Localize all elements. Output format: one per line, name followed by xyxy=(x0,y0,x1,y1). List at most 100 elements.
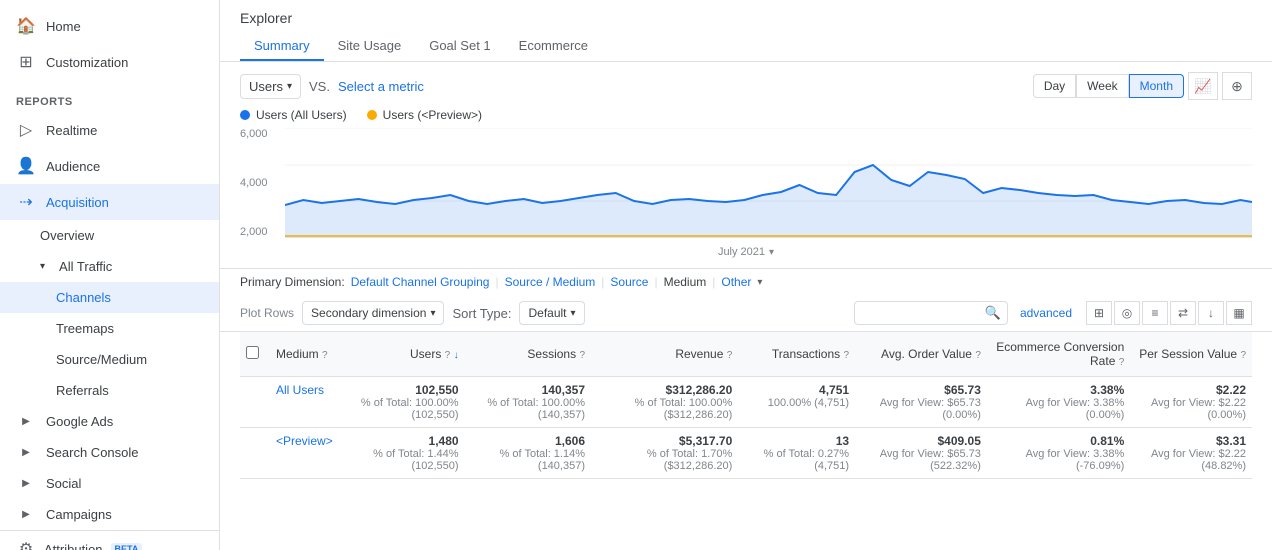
th-medium-help: ? xyxy=(322,350,328,361)
tab-summary[interactable]: Summary xyxy=(240,32,324,61)
medium-label-0: All Users xyxy=(276,383,324,397)
chart-line-icon-btn[interactable]: 📈 xyxy=(1188,72,1218,100)
sidebar-item-home[interactable]: 🏠 Home xyxy=(0,8,219,44)
time-btn-month[interactable]: Month xyxy=(1129,74,1184,98)
table-icon-pie[interactable]: ◎ xyxy=(1114,301,1140,325)
th-checkbox xyxy=(240,332,270,377)
table-icon-grid[interactable]: ⊞ xyxy=(1086,301,1112,325)
dim-medium[interactable]: Medium xyxy=(664,275,707,289)
per-session-sub-1: Avg for View: $2.22 (48.82%) xyxy=(1136,448,1246,472)
expand-icon-campaigns: ▶ xyxy=(16,509,36,520)
main-content: Explorer Summary Site Usage Goal Set 1 E… xyxy=(220,0,1272,550)
primary-dimension-bar: Primary Dimension: Default Channel Group… xyxy=(220,268,1272,295)
sidebar-item-customization[interactable]: ⊞ Customization xyxy=(0,44,219,80)
sidebar-sub-all-traffic[interactable]: ▾ All Traffic xyxy=(0,251,219,282)
sidebar-item-social[interactable]: ▶ Social xyxy=(0,468,219,499)
dim-other[interactable]: Other xyxy=(721,275,751,289)
tab-site-usage[interactable]: Site Usage xyxy=(324,32,416,61)
search-icon[interactable]: 🔍 xyxy=(985,305,1001,321)
chart-pie-icon-btn[interactable]: ⊕ xyxy=(1222,72,1252,100)
td-transactions-1: 13 % of Total: 0.27% (4,751) xyxy=(738,428,855,479)
sort-type-dropdown[interactable]: Default ▾ xyxy=(519,301,584,325)
time-btn-week[interactable]: Week xyxy=(1076,74,1128,98)
td-sessions-1: 1,606 % of Total: 1.14% (140,357) xyxy=(465,428,591,479)
sidebar-item-google-ads[interactable]: ▶ Google Ads xyxy=(0,406,219,437)
th-revenue-help: ? xyxy=(727,350,733,361)
sidebar-item-audience[interactable]: 👤 Audience xyxy=(0,148,219,184)
dim-source[interactable]: Source xyxy=(610,275,648,289)
legend-dot-all-users xyxy=(240,110,250,120)
table-icon-more[interactable]: ▦ xyxy=(1226,301,1252,325)
secondary-dim-dropdown[interactable]: Secondary dimension ▾ xyxy=(302,301,444,325)
sidebar-sub-referrals[interactable]: Referrals xyxy=(0,375,219,406)
td-checkbox-0 xyxy=(240,377,270,428)
revenue-sub-1: % of Total: 1.70% ($312,286.20) xyxy=(597,448,732,472)
x-label: July 2021 ▾ xyxy=(718,246,774,258)
sidebar-sub-treemaps[interactable]: Treemaps xyxy=(0,313,219,344)
th-sessions[interactable]: Sessions ? xyxy=(465,332,591,377)
th-avg-order[interactable]: Avg. Order Value ? xyxy=(855,332,987,377)
sidebar-item-acquisition[interactable]: ⇢ Acquisition xyxy=(0,184,219,220)
sidebar-item-realtime[interactable]: ▷ Realtime xyxy=(0,112,219,148)
td-checkbox-1 xyxy=(240,428,270,479)
th-revenue[interactable]: Revenue ? xyxy=(591,332,738,377)
th-avg-order-label: Avg. Order Value xyxy=(881,347,972,361)
sidebar-item-campaigns[interactable]: ▶ Campaigns xyxy=(0,499,219,530)
metric-select[interactable]: Users ▾ xyxy=(240,74,301,99)
th-conversion-help: ? xyxy=(1119,357,1125,368)
sidebar-item-attribution[interactable]: ⚙ Attribution BETA xyxy=(0,530,219,550)
th-conversion[interactable]: Ecommerce Conversion Rate ? xyxy=(987,332,1130,377)
conversion-sub-0: Avg for View: 3.38% (0.00%) xyxy=(993,397,1124,421)
sidebar-sub-channels[interactable]: Channels xyxy=(0,282,219,313)
x-label-text: July 2021 xyxy=(718,246,765,258)
explorer-title: Explorer xyxy=(240,10,1252,26)
customization-icon: ⊞ xyxy=(16,52,36,72)
td-avg-order-1: $409.05 Avg for View: $65.73 (522.32%) xyxy=(855,428,987,479)
tab-goal-set-1[interactable]: Goal Set 1 xyxy=(415,32,504,61)
sidebar-item-search-console[interactable]: ▶ Search Console xyxy=(0,437,219,468)
transactions-sub-0: 100.00% (4,751) xyxy=(744,397,849,409)
td-transactions-0: 4,751 100.00% (4,751) xyxy=(738,377,855,428)
chart-svg xyxy=(285,128,1252,238)
th-users-help: ? xyxy=(445,350,451,361)
audience-icon: 👤 xyxy=(16,156,36,176)
tab-ecommerce[interactable]: Ecommerce xyxy=(505,32,602,61)
conversion-val-0: 3.38% xyxy=(1090,383,1124,397)
th-users-label: Users xyxy=(410,347,441,361)
home-icon: 🏠 xyxy=(16,16,36,36)
search-box: 🔍 xyxy=(854,301,1008,325)
search-input[interactable] xyxy=(861,306,981,320)
select-metric-link[interactable]: Select a metric xyxy=(338,79,424,94)
legend-preview-label: Users (<Preview>) xyxy=(383,108,482,122)
expand-arrow-all-traffic: ▾ xyxy=(40,261,45,272)
sidebar-acquisition-label: Acquisition xyxy=(46,195,109,210)
select-all-checkbox[interactable] xyxy=(246,346,259,359)
table-icon-pivot[interactable]: ⇄ xyxy=(1170,301,1196,325)
dim-sep-3: | xyxy=(654,275,657,289)
sort-type-arrow: ▾ xyxy=(571,308,576,319)
dim-sep-2: | xyxy=(601,275,604,289)
sidebar-sub-source-medium[interactable]: Source/Medium xyxy=(0,344,219,375)
secondary-dim-arrow: ▾ xyxy=(430,308,435,319)
dim-source-medium[interactable]: Source / Medium xyxy=(505,275,596,289)
table-icon-bar[interactable]: ≡ xyxy=(1142,301,1168,325)
th-per-session[interactable]: Per Session Value ? xyxy=(1130,332,1252,377)
avg-order-sub-1: Avg for View: $65.73 (522.32%) xyxy=(861,448,981,472)
th-conversion-label: Ecommerce Conversion Rate xyxy=(996,340,1124,368)
y-label-2000: 2,000 xyxy=(240,226,285,238)
advanced-link[interactable]: advanced xyxy=(1020,306,1072,320)
sidebar-campaigns-label: Campaigns xyxy=(46,507,112,522)
sidebar-sub-overview[interactable]: Overview xyxy=(0,220,219,251)
explorer-tabs: Summary Site Usage Goal Set 1 Ecommerce xyxy=(240,32,1252,61)
sidebar-audience-label: Audience xyxy=(46,159,100,174)
dim-sep-4: | xyxy=(712,275,715,289)
time-btn-day[interactable]: Day xyxy=(1033,74,1076,98)
th-medium-label: Medium xyxy=(276,347,319,361)
medium-label-1: <Preview> xyxy=(276,434,333,448)
th-users[interactable]: Users ? ↓ xyxy=(339,332,465,377)
revenue-val-1: $5,317.70 xyxy=(679,434,732,448)
avg-order-val-1: $409.05 xyxy=(937,434,980,448)
dim-default[interactable]: Default Channel Grouping xyxy=(351,275,490,289)
table-icon-download[interactable]: ↓ xyxy=(1198,301,1224,325)
th-transactions[interactable]: Transactions ? xyxy=(738,332,855,377)
